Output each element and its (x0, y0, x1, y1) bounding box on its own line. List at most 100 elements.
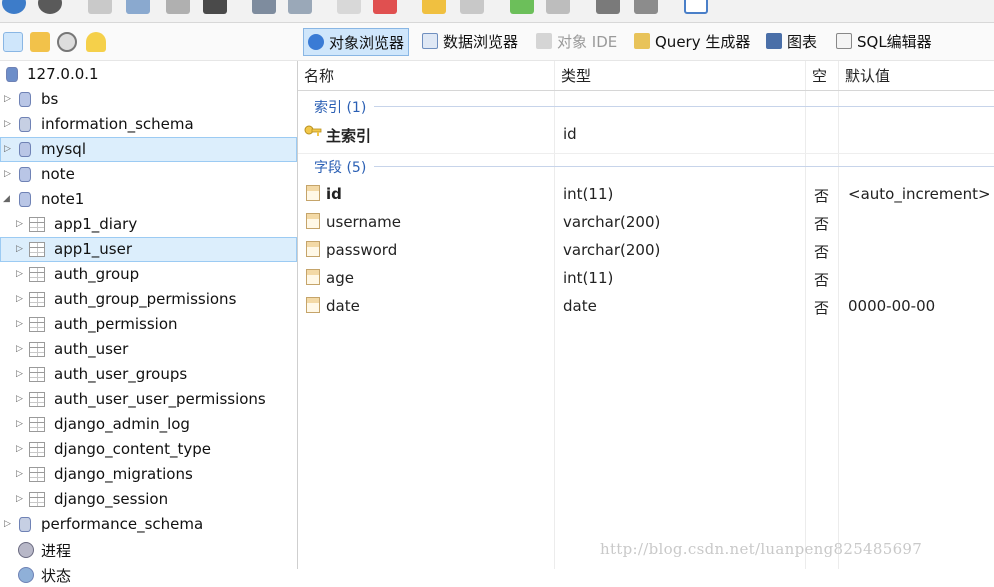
expand-arrow-icon[interactable]: ▷ (16, 269, 23, 279)
expand-arrow-icon[interactable]: ▷ (16, 494, 23, 504)
database-icon (19, 192, 31, 207)
field-default: 0000-00-00 (848, 297, 936, 315)
scissors-icon[interactable] (88, 0, 112, 14)
tree-table-auth-permission[interactable]: ▷ auth_permission (0, 312, 297, 337)
database-icon (19, 92, 31, 107)
paste-icon[interactable] (166, 0, 190, 14)
field-row-id[interactable]: id int(11) 否 <auto_increment> (298, 181, 994, 209)
expand-arrow-icon[interactable]: ▷ (16, 419, 23, 429)
link-edit-icon[interactable] (634, 0, 658, 14)
object-tree-header (0, 23, 298, 61)
checklist-icon[interactable] (684, 0, 708, 14)
tree-status[interactable]: 状态 (0, 562, 297, 587)
expand-arrow-icon[interactable]: ▷ (4, 169, 11, 179)
expand-arrow-icon[interactable]: ▷ (16, 244, 23, 254)
field-type: date (563, 297, 597, 315)
column-header-name[interactable]: 名称 (298, 61, 555, 91)
expand-arrow-icon[interactable]: ▷ (16, 444, 23, 454)
key-add-icon[interactable] (422, 0, 446, 14)
expand-arrow-icon[interactable]: ▷ (4, 94, 11, 104)
grid-add-icon[interactable] (510, 0, 534, 14)
tree-table-django-migrations[interactable]: ▷ django_migrations (0, 462, 297, 487)
key-edit-icon[interactable] (460, 0, 484, 14)
delete-icon[interactable] (203, 0, 227, 14)
tree-table-app1-user[interactable]: ▷ app1_user (0, 237, 297, 262)
favorites-icon[interactable] (86, 32, 106, 52)
index-row[interactable]: 主索引 id (298, 122, 994, 150)
tab-label: Query 生成器 (655, 32, 751, 51)
expand-arrow-icon[interactable]: ▷ (4, 144, 11, 154)
column-header-type[interactable]: 类型 (555, 61, 806, 91)
tree-processes[interactable]: 进程 (0, 537, 297, 562)
tree-table-auth-user[interactable]: ▷ auth_user (0, 337, 297, 362)
tree-db-note1[interactable]: ◢ note1 (0, 187, 297, 212)
history-icon[interactable] (57, 32, 77, 52)
table-icon (29, 417, 45, 432)
field-row-date[interactable]: date date 否 0000-00-00 (298, 293, 994, 321)
tree-table-django-session[interactable]: ▷ django_session (0, 487, 297, 512)
object-properties-grid: 名称 类型 空 默认值 索引 (1) 主索引 id 字段 (5) id int(… (298, 61, 994, 569)
tree-table-auth-user-user-permissions[interactable]: ▷ auth_user_user_permissions (0, 387, 297, 412)
tree-db-performance-schema[interactable]: ▷ performance_schema (0, 512, 297, 537)
tree-db-bs[interactable]: ▷ bs (0, 87, 297, 112)
refresh-icon[interactable] (2, 0, 26, 14)
expand-arrow-icon[interactable]: ▷ (16, 319, 23, 329)
tab-chart[interactable]: 图表 (762, 28, 821, 54)
tab-label: 对象浏览器 (329, 33, 405, 52)
tree-icon[interactable] (3, 32, 23, 52)
field-type: int(11) (563, 269, 614, 287)
field-type: int(11) (563, 185, 614, 203)
expand-arrow-icon[interactable]: ▷ (16, 294, 23, 304)
data-browser-icon (422, 33, 438, 49)
tab-sql-editor[interactable]: SQL编辑器 (832, 28, 936, 54)
field-icon (306, 241, 320, 257)
field-row-username[interactable]: username varchar(200) 否 (298, 209, 994, 237)
field-row-password[interactable]: password varchar(200) 否 (298, 237, 994, 265)
stop-icon[interactable] (38, 0, 62, 14)
field-name: id (326, 185, 342, 203)
tree-db-mysql[interactable]: ▷ mysql (0, 137, 297, 162)
column-header-null[interactable]: 空 (806, 61, 839, 91)
copy-icon[interactable] (126, 0, 150, 14)
field-name: password (326, 241, 398, 259)
tree-table-django-admin-log[interactable]: ▷ django_admin_log (0, 412, 297, 437)
field-icon (306, 213, 320, 229)
column-header-default[interactable]: 默认值 (839, 61, 994, 91)
field-section-header[interactable]: 字段 (5) (314, 157, 366, 177)
expand-arrow-icon[interactable]: ▷ (4, 519, 11, 529)
field-row-age[interactable]: age int(11) 否 (298, 265, 994, 293)
link-add-icon[interactable] (596, 0, 620, 14)
field-name: username (326, 213, 401, 231)
key-icon (304, 125, 322, 136)
tree-table-auth-group-permissions[interactable]: ▷ auth_group_permissions (0, 287, 297, 312)
table-add-icon[interactable] (337, 0, 361, 14)
tree-table-app1-diary[interactable]: ▷ app1_diary (0, 212, 297, 237)
collapse-arrow-icon[interactable]: ◢ (3, 194, 10, 204)
export-icon[interactable] (288, 0, 312, 14)
filter-icon[interactable] (30, 32, 50, 52)
expand-arrow-icon[interactable]: ▷ (16, 469, 23, 479)
tab-object-ide[interactable]: 对象 IDE (532, 28, 621, 54)
tab-label: SQL编辑器 (857, 32, 932, 51)
expand-arrow-icon[interactable]: ▷ (16, 394, 23, 404)
expand-arrow-icon[interactable]: ▷ (16, 369, 23, 379)
import-icon[interactable] (252, 0, 276, 14)
tree-server[interactable]: 127.0.0.1 (0, 62, 297, 87)
tab-object-browser[interactable]: 对象浏览器 (303, 28, 410, 56)
expand-arrow-icon[interactable]: ▷ (16, 219, 23, 229)
tree-db-information-schema[interactable]: ▷ information_schema (0, 112, 297, 137)
tree-table-auth-user-groups[interactable]: ▷ auth_user_groups (0, 362, 297, 387)
tree-table-auth-group[interactable]: ▷ auth_group (0, 262, 297, 287)
object-tree: 127.0.0.1 ▷ bs ▷ information_schema ▷ my… (0, 61, 298, 585)
tree-table-django-content-type[interactable]: ▷ django_content_type (0, 437, 297, 462)
table-icon (29, 217, 45, 232)
tree-db-note[interactable]: ▷ note (0, 162, 297, 187)
index-section-header[interactable]: 索引 (1) (314, 97, 366, 117)
tab-data-browser[interactable]: 数据浏览器 (418, 28, 522, 54)
expand-arrow-icon[interactable]: ▷ (16, 344, 23, 354)
tab-query-builder[interactable]: Query 生成器 (630, 28, 754, 54)
expand-arrow-icon[interactable]: ▷ (4, 119, 11, 129)
table-delete-icon[interactable] (373, 0, 397, 14)
grid-remove-icon[interactable] (546, 0, 570, 14)
table-icon (29, 242, 45, 257)
